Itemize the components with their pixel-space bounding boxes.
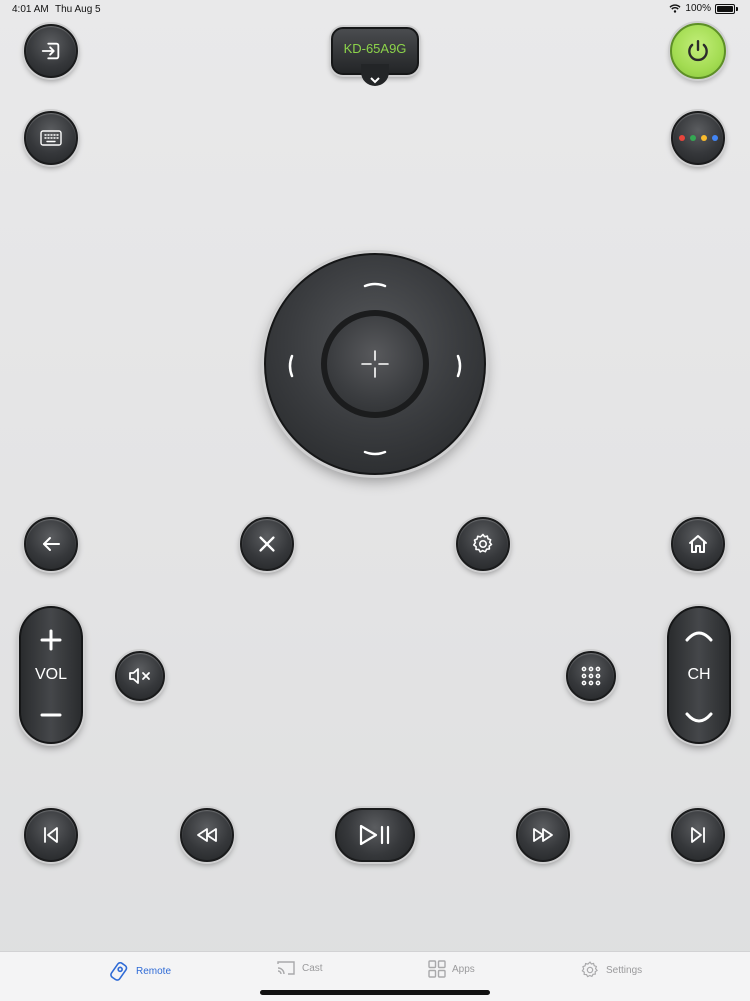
minus-icon	[40, 713, 62, 717]
tab-apps[interactable]: Apps	[428, 960, 475, 978]
remote-icon	[110, 961, 128, 981]
close-button[interactable]	[240, 517, 294, 571]
input-button[interactable]	[24, 24, 78, 78]
channel-up-button[interactable]	[669, 620, 729, 650]
battery-icon	[715, 3, 735, 14]
fast-forward-icon	[533, 828, 553, 842]
tab-settings-label: Settings	[606, 964, 643, 976]
play-pause-icon	[359, 824, 390, 846]
input-icon	[41, 42, 60, 60]
tab-remote-label: Remote	[136, 965, 172, 977]
keyboard-icon	[40, 130, 62, 146]
volume-down-button[interactable]	[21, 698, 81, 732]
tab-cast-label: Cast	[302, 962, 323, 974]
numpad-button[interactable]	[566, 651, 616, 701]
channel-label: CH	[687, 666, 711, 683]
tab-cast[interactable]: Cast	[276, 960, 323, 976]
tab-remote[interactable]: Remote	[108, 960, 171, 982]
channel-control: CH	[667, 606, 731, 744]
volume-label: VOL	[34, 666, 67, 683]
assistant-button[interactable]	[671, 111, 725, 165]
rewind-button[interactable]	[180, 808, 234, 862]
skip-next-icon	[691, 827, 705, 843]
skip-previous-button[interactable]	[24, 808, 78, 862]
dpad-right-button[interactable]	[454, 353, 464, 384]
chevron-up-icon	[685, 631, 713, 642]
gear-icon	[581, 961, 598, 978]
chevron-down-icon	[685, 712, 713, 723]
keyboard-button[interactable]	[24, 111, 78, 165]
status-bar: 4:01 AM Thu Aug 5 100%	[0, 0, 750, 18]
dpad-ok-button[interactable]	[321, 310, 429, 418]
dpad	[264, 253, 486, 475]
numpad-icon	[581, 666, 601, 686]
back-arrow-icon	[43, 537, 60, 551]
mute-icon	[129, 668, 150, 684]
device-dropdown-toggle[interactable]	[361, 64, 389, 86]
device-name: KD-65A9G	[343, 40, 407, 56]
crosshair-icon	[361, 350, 389, 378]
status-time: 4:01 AM	[12, 4, 49, 15]
power-button[interactable]	[670, 23, 726, 79]
arrow-down-icon	[363, 450, 387, 456]
gear-icon	[473, 533, 493, 553]
channel-down-button[interactable]	[669, 704, 729, 734]
home-indicator	[260, 990, 490, 995]
arrow-up-icon	[363, 282, 387, 288]
skip-next-button[interactable]	[671, 808, 725, 862]
play-pause-button[interactable]	[335, 808, 415, 862]
fast-forward-button[interactable]	[516, 808, 570, 862]
skip-previous-icon	[44, 827, 58, 843]
tab-apps-label: Apps	[452, 963, 475, 975]
home-button[interactable]	[671, 517, 725, 571]
dpad-down-button[interactable]	[362, 445, 388, 463]
back-button[interactable]	[24, 517, 78, 571]
home-icon	[689, 535, 707, 553]
status-date: Thu Aug 5	[55, 4, 101, 15]
apps-grid-icon	[428, 960, 446, 978]
volume-control: VOL	[19, 606, 83, 744]
close-icon	[259, 536, 275, 552]
mute-button[interactable]	[115, 651, 165, 701]
dpad-left-button[interactable]	[286, 353, 296, 384]
rewind-icon	[197, 828, 217, 842]
assistant-dots-icon	[678, 135, 718, 141]
cast-icon	[277, 961, 295, 975]
dpad-up-button[interactable]	[362, 277, 388, 295]
arrow-right-icon	[456, 354, 462, 378]
status-right: 100%	[669, 3, 738, 14]
battery-percent: 100%	[685, 3, 711, 14]
volume-up-button[interactable]	[21, 622, 81, 658]
tab-settings[interactable]: Settings	[580, 960, 642, 980]
wifi-icon	[669, 4, 681, 13]
power-icon	[688, 40, 708, 62]
settings-button[interactable]	[456, 517, 510, 571]
chevron-down-icon	[370, 77, 380, 84]
arrow-left-icon	[288, 354, 294, 378]
plus-icon	[40, 629, 62, 651]
